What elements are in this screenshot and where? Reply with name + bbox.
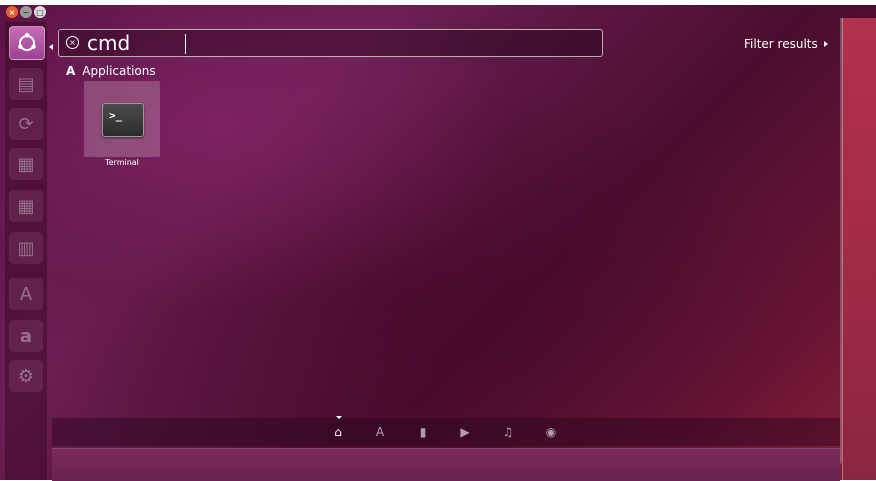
search-input[interactable] [87,31,587,55]
photos-lens-button[interactable]: ◉ [544,425,558,439]
window-controls: × − □ [6,6,46,20]
software-updater-icon: ⟳ [18,113,34,135]
result-tile-terminal[interactable]: >_ [84,81,160,157]
calc-icon: ▦ [17,195,35,217]
files-lens-button[interactable]: ▮ [416,425,430,439]
maximize-window-button[interactable]: □ [34,6,46,18]
launcher-active-arrow [49,44,53,50]
launcher-settings-button[interactable]: ⚙ [9,360,43,392]
music-icon: ♫ [502,425,514,439]
software-center-icon: A [19,283,33,305]
launcher: ▤ ⟳ ▦ ▦ ▥ A a ⚙ [5,22,47,480]
system-settings-icon: ⚙ [17,365,35,387]
dash-panel-frame [52,18,842,466]
category-header-applications: A Applications [66,64,156,78]
desktop-right-edge [842,18,876,480]
applications-lens-button[interactable]: A [373,425,387,439]
launcher-updater-button[interactable]: ⟳ [9,108,43,140]
filter-results-label: Filter results [744,37,818,51]
files-icon: ▤ [17,73,35,95]
video-lens-button[interactable]: ▶ [458,425,472,439]
launcher-impress-button[interactable]: ▥ [9,232,43,264]
applications-icon: A [66,64,76,78]
launcher-files-button[interactable]: ▤ [9,68,43,100]
close-window-button[interactable]: × [6,6,18,18]
writer-icon: ▦ [17,153,35,175]
photos-icon: ◉ [545,425,557,439]
text-caret [185,34,186,54]
ubuntu-dash-icon [18,33,36,51]
music-lens-button[interactable]: ♫ [501,425,515,439]
lens-bar [52,418,840,446]
ubuntu-dash-button[interactable] [9,26,45,60]
amazon-icon: a [19,325,33,347]
top-panel [0,0,876,5]
filter-results-button[interactable]: Filter results [744,37,828,51]
home-lens-button[interactable]: ⌂ [331,425,345,439]
home-icon: ⌂ [334,425,342,439]
dash-search-box[interactable]: × [58,29,603,57]
chevron-right-icon [823,41,828,47]
terminal-icon: >_ [102,103,144,137]
impress-icon: ▥ [17,237,35,259]
active-lens-indicator [336,416,342,419]
clear-search-icon[interactable]: × [66,36,79,49]
applications-icon: A [375,425,385,439]
launcher-software-center-button[interactable]: A [9,278,43,310]
video-icon: ▶ [460,425,470,439]
dash-bottom-strip [52,448,840,481]
launcher-writer-button[interactable]: ▦ [9,148,43,180]
minimize-window-button[interactable]: − [20,6,32,18]
files-icon: ▮ [419,425,427,439]
result-label[interactable]: Terminal [84,158,160,167]
launcher-calc-button[interactable]: ▦ [9,190,43,222]
category-label: Applications [82,64,156,78]
launcher-amazon-button[interactable]: a [9,320,43,352]
